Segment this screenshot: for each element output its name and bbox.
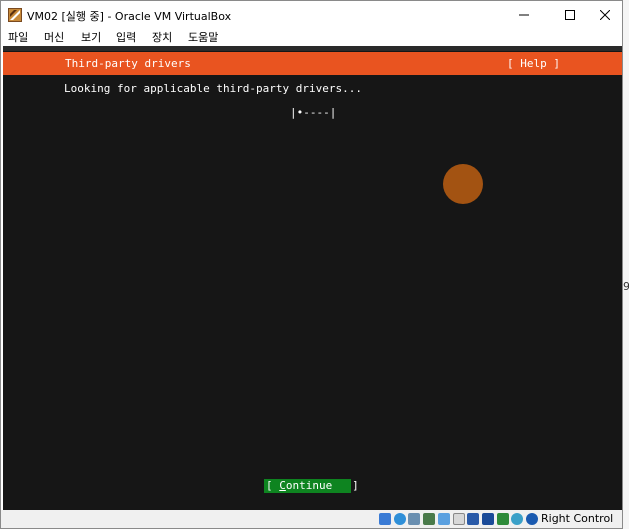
menu-input[interactable]: 입력 — [116, 29, 136, 45]
cpu-icon[interactable] — [511, 513, 523, 525]
network-icon[interactable] — [423, 513, 435, 525]
continue-hotkey: C — [279, 479, 286, 492]
continue-button[interactable]: [ Continue ] — [264, 479, 359, 493]
continue-prefix: [ — [266, 479, 280, 492]
optical-drive-icon[interactable] — [394, 513, 406, 525]
close-icon — [600, 10, 610, 20]
status-message: Looking for applicable third-party drive… — [64, 82, 363, 95]
host-key-label: Right Control — [541, 512, 614, 525]
window-title: VM02 [실행 중] - Oracle VM VirtualBox — [27, 10, 232, 23]
installer-header: Third-party drivers [ Help ] — [3, 52, 622, 75]
usb-icon[interactable] — [438, 513, 450, 525]
video-capture-icon[interactable] — [482, 513, 494, 525]
progress-spinner: |•----| — [290, 106, 337, 119]
continue-suffix: ] — [332, 479, 359, 492]
close-button[interactable] — [587, 1, 623, 29]
display-icon[interactable] — [467, 513, 479, 525]
menu-help[interactable]: 도움말 — [188, 29, 218, 45]
maximize-button[interactable] — [552, 1, 588, 29]
mouse-cursor-highlight — [443, 164, 483, 204]
menu-file[interactable]: 파일 — [8, 29, 28, 45]
virtualbox-app-icon — [8, 8, 22, 22]
menu-machine[interactable]: 머신 — [44, 29, 64, 45]
status-bar: Right Control — [1, 510, 622, 528]
installer-title: Third-party drivers — [65, 57, 191, 70]
virtualbox-window: VM02 [실행 중] - Oracle VM VirtualBox 파일 머신… — [0, 0, 623, 529]
shared-folders-icon[interactable] — [453, 513, 465, 525]
menu-devices[interactable]: 장치 — [152, 29, 172, 45]
hard-disk-icon[interactable] — [379, 513, 391, 525]
desktop-background-right — [622, 0, 629, 529]
continue-label: ontinue — [285, 479, 333, 492]
menu-bar: 파일 머신 보기 입력 장치 도움말 — [1, 29, 622, 46]
mouse-integration-icon[interactable] — [526, 513, 538, 525]
help-button[interactable]: [ Help ] — [507, 57, 560, 70]
minimize-button[interactable] — [506, 1, 542, 29]
audio-icon[interactable] — [408, 513, 420, 525]
title-bar[interactable]: VM02 [실행 중] - Oracle VM VirtualBox — [1, 1, 622, 29]
menu-view[interactable]: 보기 — [81, 29, 101, 45]
minimize-icon — [519, 14, 529, 16]
vm-display[interactable]: Third-party drivers [ Help ] Looking for… — [3, 46, 622, 510]
recording-icon[interactable] — [497, 513, 509, 525]
desktop-fragment: 9 — [623, 280, 629, 293]
vm-top-band — [3, 46, 622, 51]
maximize-icon — [565, 10, 575, 20]
